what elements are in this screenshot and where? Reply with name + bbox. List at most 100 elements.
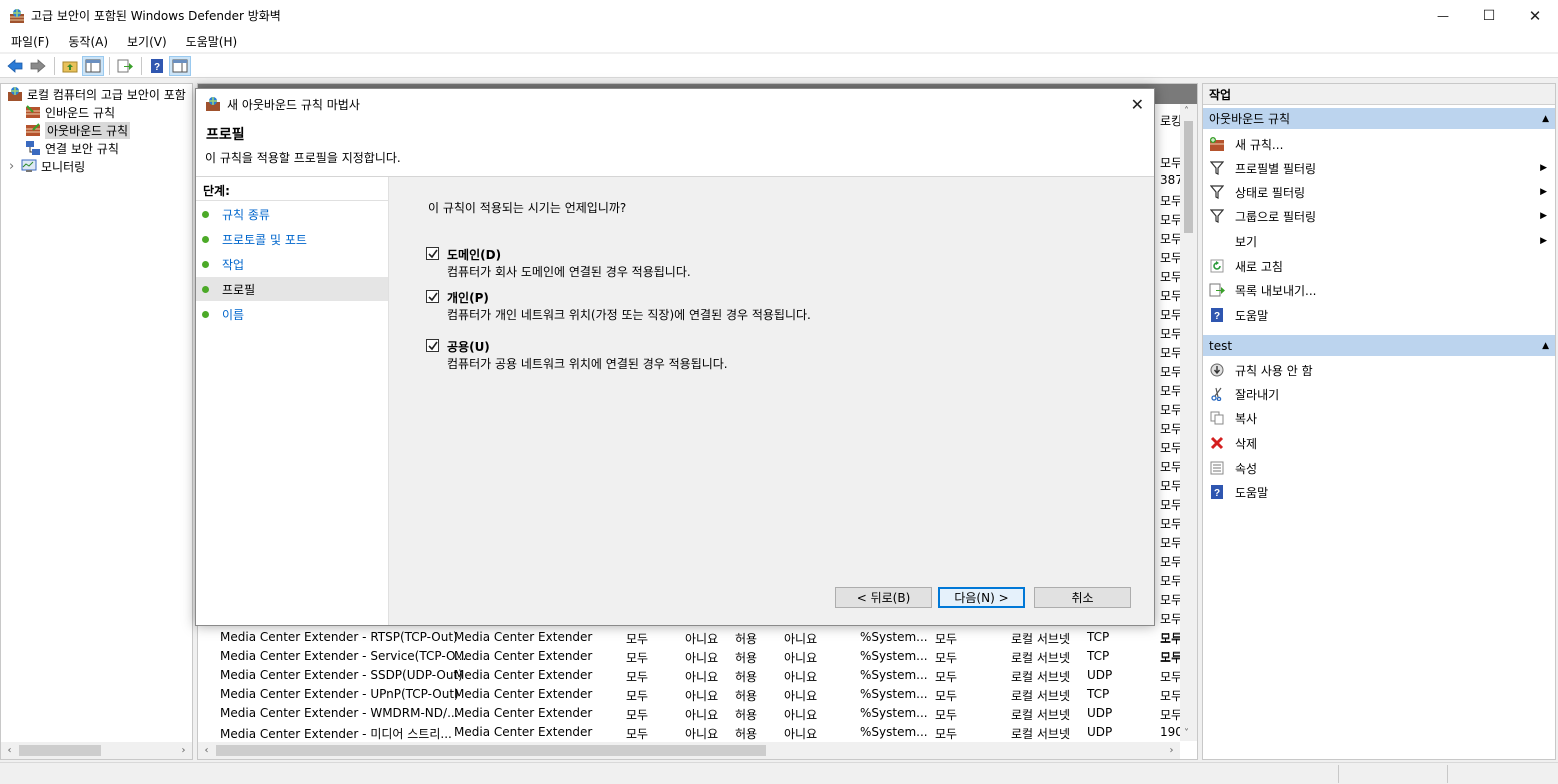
tree-root-label: 로컬 컴퓨터의 고급 보안이 포함 (27, 87, 186, 102)
export-list-button[interactable] (114, 56, 136, 76)
submenu-arrow-icon: ▶ (1540, 187, 1547, 197)
help-icon: ? (151, 58, 163, 73)
close-button[interactable]: ✕ (1512, 0, 1558, 31)
table-cell: 아니요 (784, 708, 818, 722)
show-tree-button[interactable] (82, 55, 104, 76)
help-button[interactable]: ? (146, 56, 168, 76)
action-view[interactable]: 보기 ▶ (1203, 229, 1555, 253)
action-copy[interactable]: 복사 (1203, 406, 1555, 430)
action-disable-rule[interactable]: 규칙 사용 안 함 (1203, 358, 1555, 382)
scissors-icon (1209, 386, 1225, 402)
next-button[interactable]: 다음(N) > (938, 587, 1025, 608)
action-new-rule[interactable]: 새 규칙... (1203, 132, 1555, 156)
scroll-thumb[interactable] (1184, 121, 1193, 233)
new-outbound-rule-wizard: 새 아웃바운드 규칙 마법사 ✕ 프로필 이 규칙을 적용할 프로필을 지정합니… (195, 88, 1155, 626)
step-profile[interactable]: 프로필 (196, 277, 388, 301)
back-button[interactable] (4, 56, 26, 76)
table-cell: 모두 (1160, 384, 1183, 398)
action-pane-icon (172, 59, 188, 72)
dialog-close-button[interactable]: ✕ (1131, 95, 1144, 114)
scroll-thumb[interactable] (216, 745, 766, 756)
table-cell: %System... (860, 725, 928, 739)
step-rule-type[interactable]: 규칙 종류 (196, 202, 388, 226)
action-filter-by-profile[interactable]: 프로필별 필터링 ▶ (1203, 156, 1555, 180)
expand-chevron-icon[interactable]: › (9, 159, 21, 174)
table-cell: 모두 (1160, 574, 1183, 588)
collapse-icon[interactable]: ▲ (1542, 114, 1549, 124)
action-export-list[interactable]: 목록 내보내기... (1203, 278, 1555, 302)
table-cell: 모두 (1160, 251, 1183, 265)
menu-file[interactable]: 파일(F) (0, 33, 57, 50)
actions-group-outbound[interactable]: 아웃바운드 규칙 ▲ (1203, 108, 1555, 129)
firewall-icon (8, 87, 22, 101)
table-cell: 모두 (1160, 479, 1183, 493)
forward-button[interactable] (27, 56, 49, 76)
tree-item-monitoring[interactable]: › 모니터링 (9, 157, 85, 175)
back-button[interactable]: < 뒤로(B) (835, 587, 932, 608)
public-checkbox[interactable] (426, 339, 439, 352)
table-row[interactable]: Media Center Extender - UPnP(TCP-Out) Med… (198, 685, 1182, 704)
tree-root[interactable]: 로컬 컴퓨터의 고급 보안이 포함 (7, 85, 186, 103)
group-title: 아웃바운드 규칙 (1209, 112, 1291, 126)
page-description: 이 규칙을 적용할 프로필을 지정합니다. (205, 151, 401, 165)
action-filter-by-group[interactable]: 그룹으로 필터링 ▶ (1203, 204, 1555, 228)
scroll-down-icon[interactable]: ˅ (1184, 728, 1189, 739)
menu-view[interactable]: 보기(V) (116, 33, 175, 50)
option-label: 개인(P) (447, 291, 489, 305)
minimize-button[interactable]: — (1420, 0, 1466, 31)
action-help[interactable]: ? 도움말 (1203, 303, 1555, 327)
table-cell: Media Center Extender (454, 668, 593, 682)
menu-help[interactable]: 도움말(H) (175, 33, 246, 50)
scroll-thumb[interactable] (19, 745, 101, 756)
action-filter-by-state[interactable]: 상태로 필터링 ▶ (1203, 180, 1555, 204)
list-horizontal-scrollbar[interactable]: ‹ › (198, 742, 1180, 759)
table-cell: Media Center Extender (454, 725, 593, 739)
list-vertical-scrollbar[interactable]: ˄ ˅ (1180, 104, 1197, 741)
table-row[interactable]: Media Center Extender - WMDRM-ND/... Medi… (198, 704, 1182, 723)
private-checkbox[interactable] (426, 290, 439, 303)
scroll-up-icon[interactable]: ˄ (1184, 106, 1189, 117)
scroll-left-icon[interactable]: ‹ (198, 742, 215, 759)
scroll-left-icon[interactable]: ‹ (1, 742, 18, 759)
action-properties[interactable]: 속성 (1203, 456, 1555, 480)
action-refresh[interactable]: 새로 고침 (1203, 254, 1555, 278)
tree-item-connection-security-rules[interactable]: 연결 보안 규칙 (25, 139, 119, 157)
tree-item-inbound-rules[interactable]: 인바운드 규칙 (25, 103, 115, 121)
table-cell: 모두 (626, 651, 649, 665)
maximize-button[interactable]: ☐ (1466, 0, 1512, 31)
action-cut[interactable]: 잘라내기 (1203, 382, 1555, 406)
filter-icon (1209, 184, 1225, 200)
up-level-button[interactable] (59, 56, 81, 76)
menu-action[interactable]: 동작(A) (57, 33, 116, 50)
action-delete[interactable]: 삭제 (1203, 431, 1555, 455)
submenu-arrow-icon: ▶ (1540, 211, 1547, 221)
column-header-partial[interactable]: 로킹 (1160, 112, 1182, 129)
tree-item-outbound-rules[interactable]: 아웃바운드 규칙 (25, 121, 131, 139)
scroll-right-icon[interactable]: › (1163, 742, 1180, 759)
step-label: 프로토콜 및 포트 (222, 232, 307, 247)
step-label: 규칙 종류 (222, 207, 270, 222)
step-name[interactable]: 이름 (196, 302, 388, 326)
tree-horizontal-scrollbar[interactable]: ‹ › (1, 742, 192, 759)
table-cell: Media Center Extender (454, 687, 593, 701)
table-cell: 모두 (626, 632, 649, 646)
collapse-icon[interactable]: ▲ (1542, 341, 1549, 351)
step-action[interactable]: 작업 (196, 252, 388, 276)
action-label: 잘라내기 (1235, 387, 1280, 402)
step-protocol-ports[interactable]: 프로토콜 및 포트 (196, 227, 388, 251)
scroll-right-icon[interactable]: › (175, 742, 192, 759)
cancel-button[interactable]: 취소 (1034, 587, 1131, 608)
show-action-pane-button[interactable] (169, 55, 191, 76)
back-arrow-icon (7, 58, 23, 73)
domain-checkbox[interactable] (426, 247, 439, 260)
table-cell: 아니요 (685, 689, 719, 703)
action-label: 복사 (1235, 411, 1258, 426)
table-row[interactable]: Media Center Extender - RTSP(TCP-Out) Med… (198, 628, 1182, 647)
table-row[interactable]: Media Center Extender - Service(TCP-O...… (198, 647, 1182, 666)
table-cell: 아니요 (685, 727, 719, 741)
dialog-banner: 프로필 이 규칙을 적용할 프로필을 지정합니다. (196, 119, 1154, 177)
table-row[interactable]: Media Center Extender - SSDP(UDP-Out) Med… (198, 666, 1182, 685)
table-row[interactable]: Media Center Extender - 미디어 스트리... Media … (198, 723, 1183, 742)
actions-group-selected-rule[interactable]: test ▲ (1203, 335, 1555, 356)
action-help-rule[interactable]: ? 도움말 (1203, 480, 1555, 504)
